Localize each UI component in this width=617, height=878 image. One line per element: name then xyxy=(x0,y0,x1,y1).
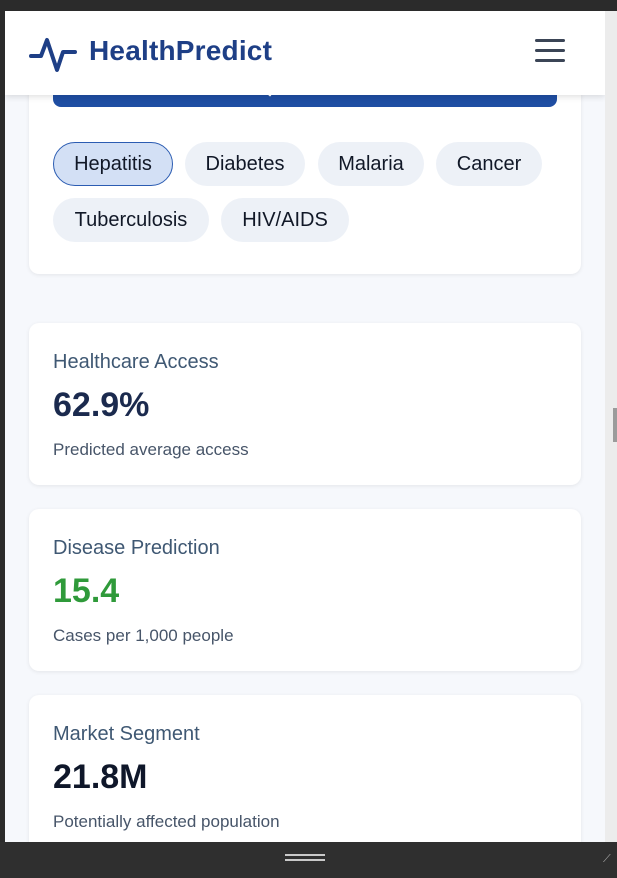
stat-label: Healthcare Access xyxy=(53,351,219,373)
stat-note: Potentially affected population xyxy=(53,812,280,831)
brand-name[interactable]: HealthPredict xyxy=(89,35,272,67)
chip-malaria[interactable]: Malaria xyxy=(318,142,424,186)
chip-tuberculosis[interactable]: Tuberculosis xyxy=(53,198,209,242)
window-bottom-bar: ⟋ xyxy=(0,842,617,878)
hamburger-menu-icon[interactable] xyxy=(535,39,565,67)
chip-hiv-aids[interactable]: HIV/AIDS xyxy=(221,198,349,242)
stat-value: 21.8M xyxy=(53,758,148,796)
window-top-edge xyxy=(0,0,617,11)
chip-hepatitis[interactable]: Hepatitis xyxy=(53,142,173,186)
app-header: HealthPredict xyxy=(5,11,605,95)
market-segment-card: Market Segment 21.8M Potentially affecte… xyxy=(29,695,581,842)
scrollbar-thumb[interactable] xyxy=(613,408,617,442)
stat-label: Market Segment xyxy=(53,723,200,745)
disease-prediction-card: Disease Prediction 15.4 Cases per 1,000 … xyxy=(29,509,581,671)
page-viewport: HealthPredict Search Hepatitis Diabetes … xyxy=(5,11,605,842)
chip-cancer[interactable]: Cancer xyxy=(436,142,542,186)
stat-value: 62.9% xyxy=(53,386,150,424)
corner-resize-icon[interactable]: ⟋ xyxy=(603,854,613,865)
stat-note: Cases per 1,000 people xyxy=(53,626,234,645)
stat-value: 15.4 xyxy=(53,572,120,610)
stat-label: Disease Prediction xyxy=(53,537,220,559)
stat-note: Predicted average access xyxy=(53,440,249,459)
chip-diabetes[interactable]: Diabetes xyxy=(185,142,305,186)
healthcare-access-card: Healthcare Access 62.9% Predicted averag… xyxy=(29,323,581,485)
heartbeat-icon xyxy=(29,38,77,72)
resize-grip-icon[interactable] xyxy=(285,854,325,863)
